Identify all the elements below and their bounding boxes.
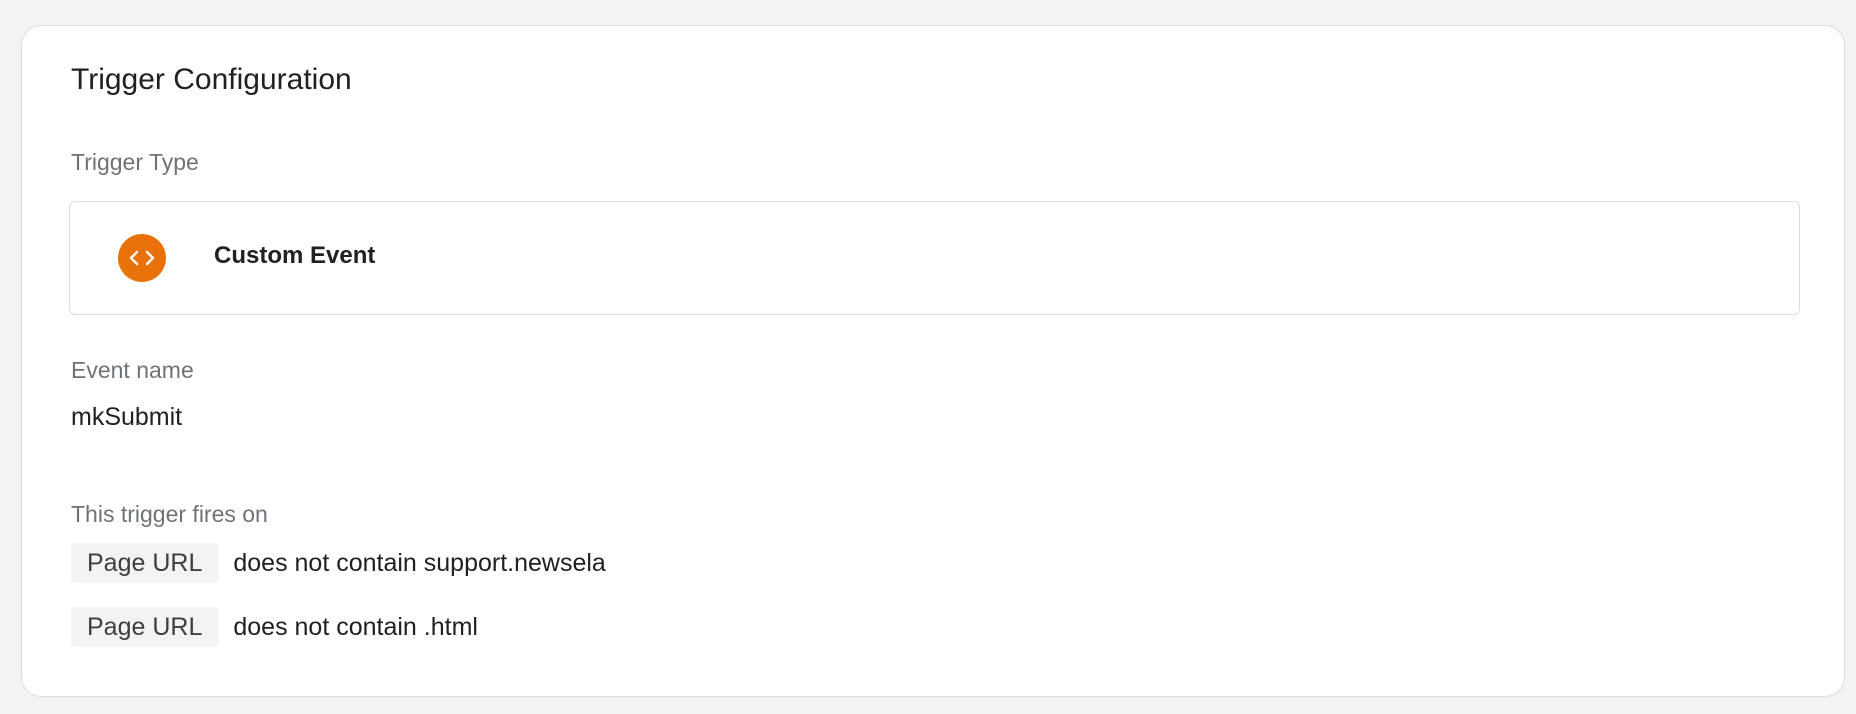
- trigger-configuration-card: Trigger Configuration Trigger Type Custo…: [21, 25, 1845, 697]
- condition-variable-chip: Page URL: [71, 607, 219, 647]
- trigger-condition: Page URL does not contain support.newsel…: [71, 543, 606, 583]
- event-name-value: mkSubmit: [71, 403, 183, 431]
- card-title: Trigger Configuration: [71, 63, 352, 96]
- condition-operator-value: does not contain support.newsela: [233, 548, 606, 577]
- code-brackets-icon: [118, 234, 166, 282]
- trigger-type-label: Trigger Type: [71, 149, 199, 175]
- trigger-condition: Page URL does not contain .html: [71, 607, 478, 647]
- condition-variable-chip: Page URL: [71, 543, 219, 583]
- trigger-type-name: Custom Event: [214, 242, 376, 269]
- condition-operator-value: does not contain .html: [233, 612, 478, 641]
- trigger-type-selector[interactable]: Custom Event: [69, 201, 1800, 315]
- fires-on-label: This trigger fires on: [71, 501, 268, 527]
- event-name-label: Event name: [71, 357, 194, 383]
